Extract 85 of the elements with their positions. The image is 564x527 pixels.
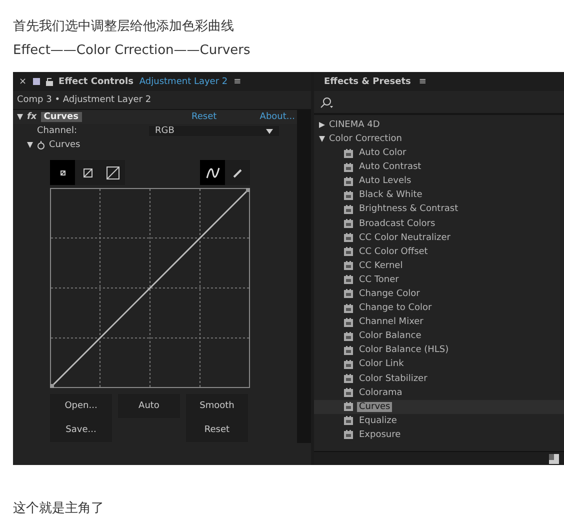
effect-icon — [344, 247, 353, 256]
effect-item[interactable]: Auto Contrast — [314, 160, 564, 174]
about-link[interactable]: About... — [260, 112, 295, 122]
effect-item[interactable]: Exposure — [314, 428, 564, 442]
curves-button[interactable]: Auto — [118, 394, 180, 418]
effect-icon — [344, 233, 353, 242]
grid-size-button[interactable] — [75, 160, 100, 185]
curves-button[interactable]: Reset — [186, 418, 248, 442]
grid-size-button[interactable] — [100, 160, 125, 185]
property-label: Curves — [49, 140, 80, 150]
effect-item[interactable]: CC Toner — [314, 272, 564, 287]
effect-icon — [344, 374, 353, 384]
effect-item[interactable]: Color Stabilizer — [314, 372, 564, 386]
intro-text: Effect——Color Crrection——Curvers — [13, 42, 252, 59]
disclosure-triangle-icon[interactable] — [27, 142, 33, 148]
tool-button[interactable] — [200, 160, 225, 185]
effect-item[interactable]: CC Color Offset — [314, 244, 564, 259]
curves-button[interactable]: Smooth — [186, 394, 248, 418]
effect-icon — [344, 346, 353, 355]
panel-title[interactable]: Effects & Presets — [324, 76, 411, 86]
effect-item[interactable]: Color Balance (HLS) — [314, 343, 564, 358]
reset-link[interactable]: Reset — [192, 112, 217, 122]
menu-icon[interactable]: ≡ — [234, 76, 242, 86]
effect-icon — [344, 360, 353, 369]
effect-icon — [344, 275, 353, 284]
pencil-icon — [232, 168, 242, 178]
panel-title[interactable]: Effect Controls — [58, 76, 134, 86]
effect-item[interactable]: Change Color — [314, 286, 564, 302]
effect-item[interactable]: Colorama — [314, 386, 564, 400]
new-folder-icon[interactable] — [549, 454, 559, 464]
effect-item[interactable]: Auto Levels — [314, 174, 564, 188]
effect-item[interactable]: Color Balance — [314, 329, 564, 344]
disclosure-triangle-icon[interactable] — [17, 114, 23, 120]
effect-icon — [344, 430, 353, 440]
effect-icon — [344, 304, 353, 313]
channel-dropdown[interactable]: RGB — [149, 126, 279, 136]
grid-size-icon — [60, 170, 66, 176]
effect-icon — [344, 261, 353, 270]
effect-icon — [344, 176, 353, 186]
category-item[interactable]: Color Correction — [314, 132, 564, 146]
effect-icon — [344, 148, 353, 158]
lock-icon[interactable] — [46, 77, 53, 86]
grid-size-button[interactable] — [50, 160, 75, 185]
effect-item[interactable]: Curves — [314, 400, 564, 414]
effect-icon — [344, 402, 353, 412]
effect-item[interactable]: Change to Color — [314, 301, 564, 316]
effect-item[interactable]: Channel Mixer — [314, 315, 564, 330]
tool-button[interactable] — [225, 160, 250, 185]
layer-name: Adjustment Layer 2 — [139, 76, 228, 86]
effect-icon — [344, 318, 353, 327]
fx-label: fx — [27, 112, 37, 122]
category-item[interactable]: CINEMA 4D — [314, 118, 564, 132]
caption-text: 这个就是主角了 — [13, 500, 105, 517]
effect-item[interactable]: CC Kernel — [314, 258, 564, 273]
effect-item[interactable]: Color Link — [314, 357, 564, 372]
grid-size-icon — [106, 166, 120, 180]
effect-item[interactable]: Brightness & Contrast — [314, 202, 564, 216]
stopwatch-icon[interactable] — [37, 140, 45, 150]
effect-item[interactable]: Equalize — [314, 414, 564, 428]
effect-item[interactable]: Auto Color — [314, 146, 564, 160]
effect-item[interactable]: CC Color Neutralizer — [314, 230, 564, 245]
effect-icon — [344, 388, 353, 398]
effect-icon — [344, 162, 353, 172]
curves-button[interactable]: Open... — [50, 394, 112, 418]
menu-icon[interactable]: ≡ — [418, 76, 426, 86]
curve-tool-icon — [206, 166, 220, 178]
grid-size-icon — [82, 168, 92, 178]
effect-item[interactable]: Black & White — [314, 188, 564, 202]
effect-icon — [344, 416, 353, 426]
curves-button[interactable]: Save... — [50, 418, 112, 442]
breadcrumb: Comp 3 • Adjustment Layer 2 — [17, 95, 152, 105]
effect-icon — [344, 204, 353, 214]
panel-color-icon — [32, 78, 40, 85]
dropdown-arrow-icon — [266, 128, 273, 134]
curves-graph[interactable] — [50, 188, 250, 388]
close-icon[interactable]: × — [19, 76, 27, 86]
intro-text: 首先我们选中调整层给他添加色彩曲线 — [13, 18, 235, 35]
effect-item[interactable]: Broadcast Colors — [314, 216, 564, 231]
channel-label: Channel: — [37, 126, 77, 136]
search-icon — [320, 96, 333, 108]
effect-icon — [344, 190, 353, 200]
effect-icon — [344, 219, 353, 228]
effect-icon — [344, 289, 353, 298]
effect-icon — [344, 332, 353, 341]
effect-name: Curves — [40, 112, 82, 122]
